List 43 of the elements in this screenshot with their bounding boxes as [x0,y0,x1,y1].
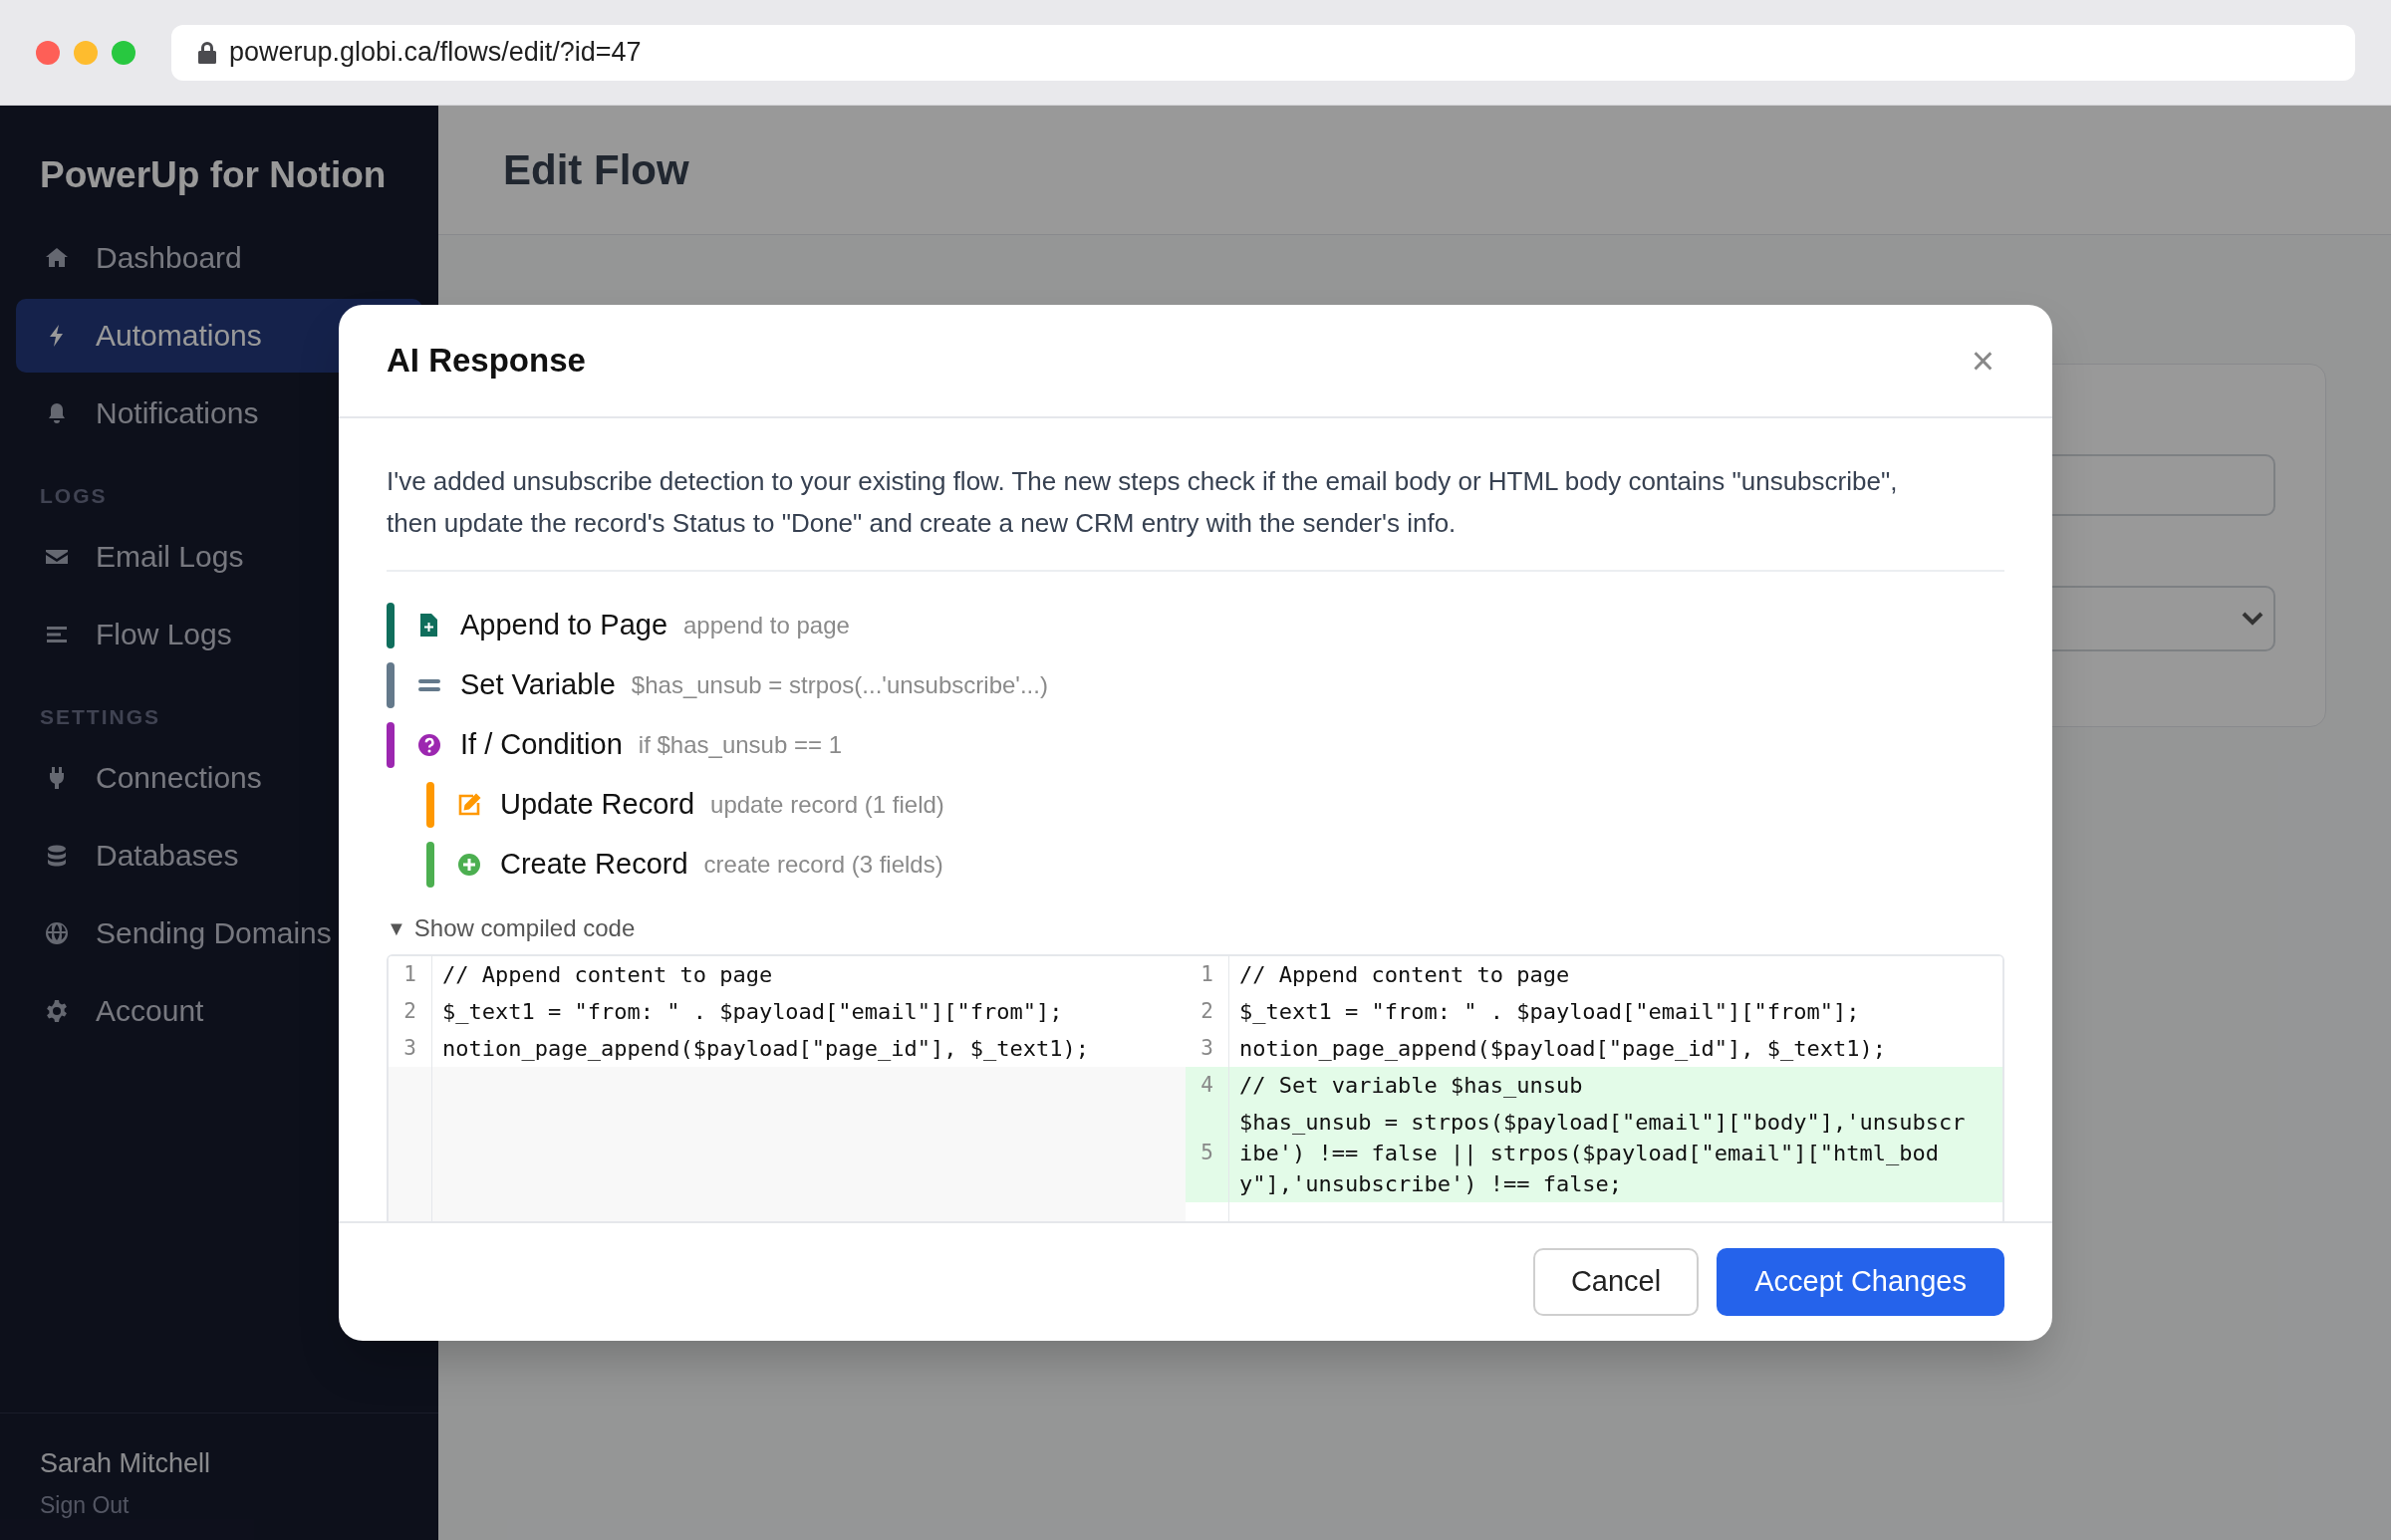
code-line: notion_page_append($payload["page_id"], $_text1); [441,1035,1090,1063]
page-title: Edit Flow [503,145,689,195]
app-title: PowerUp for Notion [40,153,388,197]
step-title: Append to Page [460,608,667,643]
show-code-toggle[interactable]: ▼ Show compiled code [387,910,636,946]
cancel-button[interactable]: Cancel [1532,1248,1700,1316]
step-detail: create record (3 fields) [703,850,943,880]
question-circle-icon [416,732,442,758]
step-title: If / Condition [460,727,623,763]
code-line: $_text1 = "from: " . $payload["email"]["from"]; [1238,998,1861,1026]
message-text: I've added unsubscribe detection to your existing flow. The new steps check if the email body or HTML body contains "unsubscribe", then update the record's Status to "Done" and create a new CRM entry with the sender's info. [387,465,1899,540]
user-name: Sarah Mitchell [40,1447,212,1480]
lock-icon [197,40,217,65]
nav-item[interactable]: Flow Logs [16,597,422,671]
step-detail: update record (1 field) [710,790,944,820]
step-detail: append to page [683,611,850,641]
accept-button[interactable]: Accept Changes [1717,1248,2004,1316]
sign-out-link[interactable]: Sign Out [40,1487,398,1522]
nav-item[interactable]: Databases [16,818,422,893]
step-title: Create Record [500,847,688,883]
code-line: // Set variable $has_unsub [1238,1072,1584,1100]
code-line: $has_unsub = strpos($payload["email"]["body"],'unsubscribe') !== false || strpos($payload["email"]["html_body"],'unsubscribe') !== false; [1238,1109,1967,1198]
nav-item[interactable]: Connections [16,740,422,815]
plus-circle-icon [456,852,482,878]
chevron-down-icon [2242,612,2263,626]
step-title: Update Record [500,787,695,823]
nav-item[interactable]: Dashboard [16,220,422,295]
minimize-window-button[interactable] [74,40,98,65]
address-bar[interactable]: powerup.globi.ca/flows/edit/?id=47 [171,24,2355,81]
maximize-window-button[interactable] [112,40,135,65]
globe-icon [44,919,70,946]
step-title: Set Variable [460,667,616,703]
edit-icon [456,792,482,818]
gear-icon [44,997,70,1024]
url-text: powerup.globi.ca/flows/edit/?id=47 [229,36,642,70]
code-line: // Append content to page [1238,961,1571,989]
code-line: $_text1 = "from: " . $payload["email"]["from"]; [441,998,1064,1026]
code-line: notion_page_append($payload["page_id"], $_text1); [1238,1035,1887,1063]
close-button[interactable]: × [1971,341,1994,381]
close-window-button[interactable] [36,40,60,65]
step-detail: if $has_unsub == 1 [638,730,842,760]
step-detail: $has_unsub = strpos(...'unsubscribe'...) [631,670,1048,700]
code-line: // Append content to page [441,961,774,989]
